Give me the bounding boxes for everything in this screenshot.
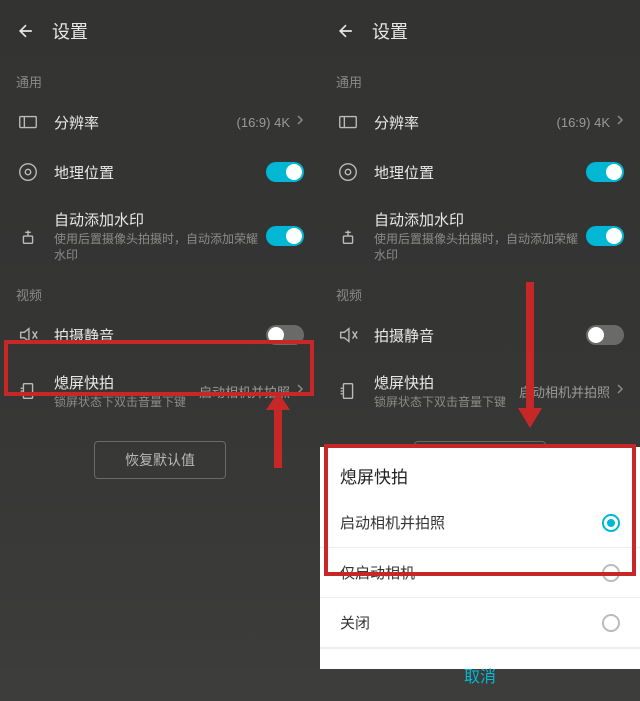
row-resolution[interactable]: 分辨率 (16:9) 4K: [320, 97, 640, 147]
location-toggle[interactable]: [586, 162, 624, 182]
location-label: 地理位置: [374, 162, 586, 183]
row-location[interactable]: 地理位置: [320, 147, 640, 197]
resolution-icon: [16, 110, 40, 134]
row-mute[interactable]: 拍摄静音: [0, 310, 320, 360]
location-toggle[interactable]: [266, 162, 304, 182]
option-label: 启动相机并拍照: [340, 512, 445, 533]
resolution-value: (16:9) 4K: [237, 115, 290, 130]
quickshot-sub: 锁屏状态下双击音量下键: [374, 395, 519, 411]
location-icon: [336, 160, 360, 184]
dialog-option-launch-and-shoot[interactable]: 启动相机并拍照: [320, 498, 640, 548]
page-title: 设置: [52, 18, 88, 44]
quickshot-value: 启动相机并拍照: [199, 382, 290, 401]
option-label: 仅启动相机: [340, 562, 415, 583]
watermark-icon: [336, 224, 360, 248]
quickshot-icon: [16, 379, 40, 403]
mute-toggle[interactable]: [586, 325, 624, 345]
option-label: 关闭: [340, 612, 370, 633]
mute-icon: [16, 323, 40, 347]
dialog-title: 熄屏快拍: [320, 447, 640, 498]
chevron-right-icon: [296, 113, 304, 131]
watermark-icon: [16, 224, 40, 248]
page-title: 设置: [372, 18, 408, 44]
right-screenshot: 设置 通用 分辨率 (16:9) 4K 地理位置 自动添: [320, 0, 640, 669]
resolution-icon: [336, 110, 360, 134]
watermark-label: 自动添加水印: [54, 209, 266, 230]
quickshot-value: 启动相机并拍照: [519, 382, 610, 401]
restore-row: 恢复默认值: [0, 423, 320, 497]
chevron-right-icon: [616, 113, 624, 131]
quickshot-label: 熄屏快拍: [374, 372, 519, 393]
quickshot-icon: [336, 379, 360, 403]
mute-label: 拍摄静音: [374, 325, 586, 346]
dialog-cancel-button[interactable]: 取消: [320, 648, 640, 701]
watermark-sub: 使用后置摄像头拍摄时，自动添加荣耀水印: [374, 232, 586, 263]
watermark-label: 自动添加水印: [374, 209, 586, 230]
resolution-value: (16:9) 4K: [557, 115, 610, 130]
resolution-label: 分辨率: [374, 112, 557, 133]
radio-icon: [602, 614, 620, 632]
radio-checked-icon: [602, 514, 620, 532]
back-icon[interactable]: [14, 19, 38, 43]
row-resolution[interactable]: 分辨率 (16:9) 4K: [0, 97, 320, 147]
radio-icon: [602, 564, 620, 582]
resolution-label: 分辨率: [54, 112, 237, 133]
dialog-option-off[interactable]: 关闭: [320, 598, 640, 648]
header: 设置: [320, 0, 640, 62]
left-screenshot: 设置 通用 分辨率 (16:9) 4K 地理位置 自动添: [0, 0, 320, 669]
watermark-sub: 使用后置摄像头拍摄时，自动添加荣耀水印: [54, 232, 266, 263]
section-general-label: 通用: [320, 62, 640, 97]
mute-icon: [336, 323, 360, 347]
quickshot-sub: 锁屏状态下双击音量下键: [54, 395, 199, 411]
section-general-label: 通用: [0, 62, 320, 97]
quickshot-label: 熄屏快拍: [54, 372, 199, 393]
row-quickshot[interactable]: 熄屏快拍 锁屏状态下双击音量下键 启动相机并拍照: [320, 360, 640, 423]
section-video-label: 视频: [0, 275, 320, 310]
watermark-toggle[interactable]: [586, 226, 624, 246]
row-location[interactable]: 地理位置: [0, 147, 320, 197]
header: 设置: [0, 0, 320, 62]
row-quickshot[interactable]: 熄屏快拍 锁屏状态下双击音量下键 启动相机并拍照: [0, 360, 320, 423]
chevron-right-icon: [616, 382, 624, 400]
mute-label: 拍摄静音: [54, 325, 266, 346]
chevron-right-icon: [296, 382, 304, 400]
quickshot-dialog: 熄屏快拍 启动相机并拍照 仅启动相机 关闭 取消: [320, 447, 640, 669]
location-label: 地理位置: [54, 162, 266, 183]
row-watermark[interactable]: 自动添加水印 使用后置摄像头拍摄时，自动添加荣耀水印: [320, 197, 640, 275]
section-video-label: 视频: [320, 275, 640, 310]
dialog-option-launch-only[interactable]: 仅启动相机: [320, 548, 640, 598]
mute-toggle[interactable]: [266, 325, 304, 345]
restore-button[interactable]: 恢复默认值: [94, 441, 226, 479]
location-icon: [16, 160, 40, 184]
watermark-toggle[interactable]: [266, 226, 304, 246]
row-mute[interactable]: 拍摄静音: [320, 310, 640, 360]
row-watermark[interactable]: 自动添加水印 使用后置摄像头拍摄时，自动添加荣耀水印: [0, 197, 320, 275]
back-icon[interactable]: [334, 19, 358, 43]
